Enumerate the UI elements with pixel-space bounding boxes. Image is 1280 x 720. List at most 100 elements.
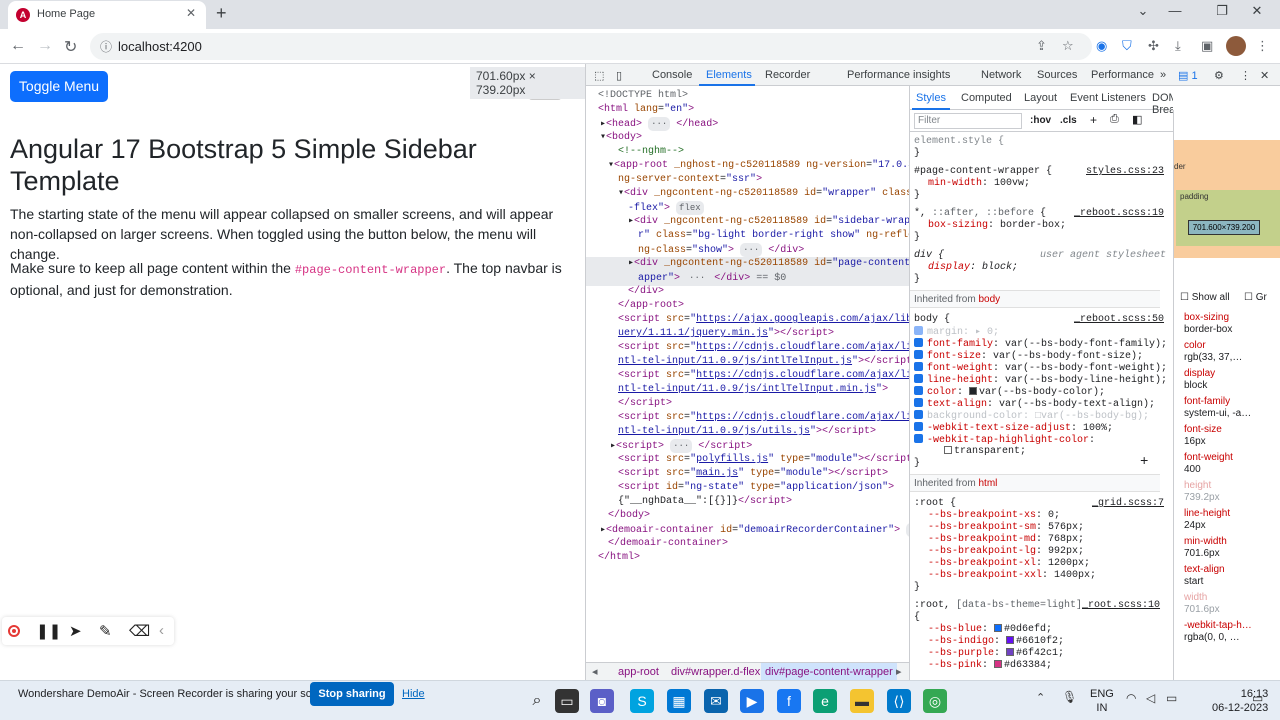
dom-line[interactable]: ▸<div _ngcontent-ng-c520118589 id="sideb… [628,215,909,229]
dom-line[interactable]: ▾<app-root _nghost-ng-c520118589 ng-vers… [608,159,909,173]
box-model-content[interactable]: 701.600×739.200 [1188,220,1260,235]
computed-property[interactable]: display block [1184,368,1215,392]
devtools-menu-icon[interactable]: ⋮ [1240,69,1251,82]
dom-line[interactable]: ntl-tel-input/11.0.9/js/intlTelInput.min… [618,383,888,397]
new-rule-icon[interactable]: + [1090,113,1097,127]
new-tab-icon[interactable]: + [216,3,227,24]
computed-property[interactable]: color rgb(33, 37,… [1184,340,1242,364]
dom-line[interactable]: <script src="polyfills.js" type="module"… [618,453,909,467]
source-link[interactable]: _root.scss:10 [1082,600,1160,612]
cls-toggle[interactable]: .cls [1060,115,1077,126]
facebook-icon[interactable]: f [777,689,801,713]
dom-line[interactable]: <!--nghm--> [618,145,684,159]
dom-line[interactable]: ▸<demoair-container id="demoairRecorderC… [600,523,909,538]
source-link[interactable]: _grid.scss:7 [1092,498,1164,510]
stop-sharing-button[interactable]: Stop sharing [310,682,394,706]
file-explorer-icon[interactable]: ▬ [850,689,874,713]
blue-swatch[interactable] [994,624,1003,632]
dom-line[interactable]: ntl-tel-input/11.0.9/js/utils.js"></scri… [618,425,876,439]
close-tab-icon[interactable]: ✕ [186,6,196,20]
share-icon[interactable]: ⇪ [1036,38,1047,54]
pointer-icon[interactable]: ➤ [69,622,82,640]
breadcrumb-app-root[interactable]: app-root [618,666,659,678]
dom-line[interactable]: <html lang="en"> [598,103,694,117]
source-link[interactable]: _reboot.scss:50 [1074,314,1164,326]
skype-icon[interactable]: S [630,689,654,713]
dom-line[interactable]: <script src="https://cdnjs.cloudflare.co… [618,369,909,383]
dom-line-selected[interactable]: apper"> ··· </div> == $0 [586,271,909,286]
dom-line[interactable]: <!DOCTYPE html> [598,89,688,103]
dom-line[interactable]: {"__nghData__":[{}]}</script> [618,495,792,509]
dom-line[interactable]: r" class="bg-light border-right show" ng… [638,229,909,243]
dom-line[interactable]: ▸<script> ··· </script> [610,439,752,454]
dom-line[interactable]: </script> [618,397,672,411]
tab-performance[interactable]: Performance [1091,69,1154,81]
zoom-icon[interactable]: ▶ [740,689,764,713]
info-icon[interactable]: ⓘ [100,38,112,55]
dom-line-selected[interactable]: ▸<div _ngcontent-ng-c520118589 id="page-… [586,257,909,271]
browser-tab[interactable]: A Home Page ✕ [8,1,206,29]
style-rule-line[interactable]: min-width: 100vw; [928,178,1030,190]
computed-property[interactable]: height 739.2px [1184,480,1220,504]
tray-chevron-icon[interactable]: ⌃ [1036,691,1045,704]
back-icon[interactable]: ← [10,37,26,55]
show-all-checkbox[interactable]: ☐ Show all [1180,292,1230,303]
extensions-puzzle-icon[interactable]: ✣ [1148,38,1159,54]
language-indicator[interactable]: ENG IN [1090,687,1114,715]
chrome-icon[interactable]: ◎ [923,689,947,713]
forward-icon[interactable]: → [37,37,53,55]
source-link[interactable]: styles.css:23 [1086,166,1164,178]
style-decl[interactable]: --bs-purple: #6f42c1; [928,648,1064,660]
inspect-element-icon[interactable]: ⬚ [594,69,604,82]
hide-link[interactable]: Hide [402,688,425,700]
tab-search-chevron-icon[interactable]: ⌄ [1128,3,1158,19]
collapse-chevron-icon[interactable]: ‹ [159,622,164,639]
dom-line[interactable]: </app-root> [618,299,684,313]
element-state-icon[interactable]: ⎙ [1110,113,1119,126]
computed-property[interactable]: line-height 24px [1184,508,1230,532]
dom-line[interactable]: ▾<body> [600,131,642,145]
pen-icon[interactable]: ✎ [99,622,112,640]
style-decl[interactable]: --bs-indigo: #6610f2; [928,636,1064,648]
profile-avatar[interactable] [1226,36,1246,56]
tab-styles[interactable]: Styles [916,92,946,104]
pink-swatch[interactable] [994,660,1003,668]
address-bar[interactable]: ⓘ localhost:4200 [90,33,1092,60]
style-decl[interactable]: --bs-breakpoint-lg: 992px; [928,546,1084,558]
breadcrumb-page-content-wrapper[interactable]: div#page-content-wrapper [761,663,897,680]
dom-line[interactable]: <script src="https://cdnjs.cloudflare.co… [618,341,909,355]
dom-line[interactable]: </html> [598,551,640,565]
dom-line[interactable]: </demoair-container> [608,537,728,551]
computed-property[interactable]: font-family system-ui, -a… [1184,396,1251,420]
dom-line[interactable]: <script src="https://cdnjs.cloudflare.co… [618,411,909,425]
edge-icon[interactable]: e [813,689,837,713]
eraser-icon[interactable]: ⌫ [129,622,150,640]
notification-icon[interactable]: ▭ [1252,691,1263,705]
style-decl[interactable]: --bs-breakpoint-xxl: 1400px; [928,570,1096,582]
group-checkbox[interactable]: ☐ Gr [1244,292,1267,303]
tab-sources[interactable]: Sources [1037,69,1077,81]
dom-line[interactable]: ng-class="show"> ··· </div> [638,243,804,258]
tab-console[interactable]: Console [652,69,692,81]
source-link[interactable]: _reboot.scss:19 [1074,208,1164,220]
style-decl[interactable]: --bs-breakpoint-md: 768px; [928,534,1084,546]
taskbar-search-icon[interactable]: ⌕ [525,689,549,713]
tab-layout[interactable]: Layout [1024,92,1057,104]
dom-line[interactable]: ▾<div _ngcontent-ng-c520118589 id="wrapp… [618,187,909,201]
minimize-icon[interactable]: — [1160,3,1190,18]
side-panel-icon[interactable]: ▣ [1201,38,1213,54]
wifi-icon[interactable]: ◠ [1126,691,1136,705]
shield-extension-icon[interactable]: ⛉ [1122,38,1132,54]
add-declaration-icon[interactable]: + [1140,455,1148,469]
issues-badge[interactable]: ▤ 1 [1178,69,1198,82]
dom-line[interactable]: ntl-tel-input/11.0.9/js/intlTelInput.js"… [618,355,909,369]
breadcrumb-right-icon[interactable]: ▸ [896,665,902,678]
dom-line[interactable]: <script id="ng-state" type="application/… [618,481,894,495]
tab-elements[interactable]: Elements [706,69,752,81]
tab-recorder[interactable]: Recorder [765,69,810,81]
dom-line[interactable]: </div> [628,285,664,299]
toggle-menu-button[interactable]: Toggle Menu [10,71,108,102]
style-decl[interactable]: --bs-breakpoint-xs: 0; [928,510,1060,522]
style-rule-line[interactable]: box-sizing: border-box; [928,220,1066,232]
purple-swatch[interactable] [1006,648,1015,656]
